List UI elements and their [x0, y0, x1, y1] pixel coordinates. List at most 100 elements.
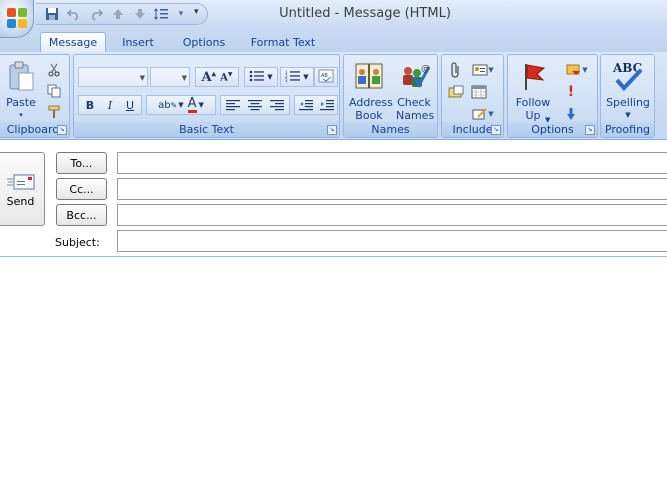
- tab-insert[interactable]: Insert: [114, 32, 162, 52]
- svg-text:AB: AB: [321, 73, 328, 79]
- send-envelope-icon: [6, 174, 34, 189]
- subject-label: Subject:: [55, 236, 100, 249]
- chevron-down-icon: ▼: [267, 73, 273, 81]
- spelling-button[interactable]: ABC Spelling ▼: [603, 59, 653, 122]
- to-button[interactable]: To...: [56, 152, 107, 174]
- copy-icon[interactable]: [45, 82, 63, 100]
- check-names-label: Check Names: [396, 96, 435, 122]
- message-body[interactable]: [0, 257, 667, 478]
- align-right-icon[interactable]: [266, 99, 288, 111]
- italic-button[interactable]: I: [100, 99, 120, 112]
- align-left-icon[interactable]: [222, 99, 244, 111]
- svg-text:3: 3: [285, 78, 288, 82]
- proofing-group: ABC Spelling ▼ Proofing: [600, 54, 655, 138]
- paste-label: Paste: [6, 96, 36, 109]
- numbering-button[interactable]: 123 ▼: [280, 67, 314, 87]
- format-painter-icon[interactable]: [45, 103, 63, 121]
- clipboard-launcher-icon[interactable]: ↘: [57, 125, 67, 135]
- address-book-icon: [352, 59, 386, 93]
- underline-button[interactable]: U: [120, 99, 140, 112]
- paste-icon: [4, 59, 38, 93]
- attach-file-icon[interactable]: [447, 61, 465, 79]
- numbering-icon: 123: [285, 70, 301, 85]
- cc-button[interactable]: Cc...: [56, 178, 107, 200]
- office-button[interactable]: [0, 0, 34, 38]
- tab-message[interactable]: Message: [40, 32, 106, 52]
- paste-button[interactable]: Paste ▾: [3, 59, 39, 122]
- chevron-down-icon[interactable]: ▼: [178, 101, 183, 109]
- address-book-button[interactable]: Address Book: [346, 59, 393, 122]
- ribbon-tabs: Message Insert Options Format Text: [0, 28, 667, 52]
- subject-field[interactable]: [117, 230, 667, 252]
- options-group-label: Options: [508, 122, 597, 137]
- chevron-down-icon: ▼: [488, 66, 494, 74]
- proofing-group-label: Proofing: [601, 122, 654, 137]
- send-label: Send: [6, 194, 35, 208]
- message-header: Send To... Cc... Bcc... Subject:: [0, 141, 667, 257]
- options-group: Follow Up ▼ ▼ ! Options ↘: [507, 54, 598, 138]
- calendar-icon[interactable]: [470, 83, 488, 101]
- bullets-button[interactable]: ▼: [244, 67, 278, 87]
- low-importance-icon[interactable]: [562, 105, 580, 123]
- align-center-icon[interactable]: [244, 99, 266, 111]
- names-group-label: Names: [344, 122, 437, 137]
- highlight-icon[interactable]: ab✎: [158, 100, 177, 111]
- attach-item-icon[interactable]: [447, 83, 465, 101]
- font-size-combo[interactable]: ▼: [150, 67, 190, 87]
- indent-buttons: [294, 95, 338, 115]
- bcc-button[interactable]: Bcc...: [56, 204, 107, 226]
- styles-button[interactable]: AB: [314, 67, 338, 87]
- font-color-icon[interactable]: A: [187, 97, 197, 113]
- chevron-down-icon: ▼: [303, 73, 309, 81]
- include-launcher-icon[interactable]: ↘: [491, 125, 501, 135]
- alignment-buttons: [220, 95, 290, 115]
- title-bar: ▾ ▾ Untitled - Message (HTML): [0, 0, 667, 28]
- chevron-down-icon: ▼: [181, 74, 187, 82]
- chevron-down-icon[interactable]: ▼: [199, 101, 204, 109]
- tab-format-text[interactable]: Format Text: [246, 32, 320, 52]
- business-card-icon[interactable]: ▼: [470, 61, 496, 79]
- styles-icon: AB: [318, 69, 334, 86]
- basic-text-group-label: Basic Text: [74, 122, 339, 137]
- bullets-icon: [249, 70, 265, 85]
- font-style-buttons: B I U: [78, 95, 142, 115]
- office-logo-icon: [7, 8, 27, 28]
- address-book-label: Address Book: [349, 96, 393, 122]
- chevron-down-icon: ▼: [625, 111, 631, 119]
- grow-font-icon[interactable]: A▲: [201, 70, 216, 85]
- bcc-field[interactable]: [117, 204, 667, 226]
- tab-options[interactable]: Options: [176, 32, 232, 52]
- font-name-combo[interactable]: ▼: [78, 67, 148, 87]
- decrease-indent-icon[interactable]: [295, 99, 316, 111]
- cc-field[interactable]: [117, 178, 667, 200]
- follow-up-button[interactable]: Follow Up ▼: [510, 59, 556, 124]
- highlight-and-color-buttons: ab✎ ▼ A ▼: [146, 95, 216, 115]
- ribbon: Paste ▾ Clipboard ↘ ▼ ▼ A▲ A▼ ▼ 1 2 3 ▼ …: [0, 52, 667, 140]
- font-grow-shrink-buttons: A▲ A▼: [195, 67, 239, 87]
- basic-text-launcher-icon[interactable]: ↘: [327, 125, 337, 135]
- to-field[interactable]: [117, 152, 667, 174]
- signature-icon[interactable]: ▼: [470, 105, 496, 123]
- window-title: Untitled - Message (HTML): [279, 6, 451, 21]
- chevron-down-icon: ▼: [582, 66, 588, 74]
- bold-button[interactable]: B: [80, 99, 100, 112]
- svg-text:@: @: [421, 64, 430, 74]
- names-group: Address Book @ Check Names Names: [343, 54, 438, 138]
- high-importance-icon[interactable]: !: [562, 83, 580, 101]
- check-names-icon: @: [397, 59, 431, 93]
- clipboard-group: Paste ▾ Clipboard ↘: [0, 54, 70, 138]
- shrink-font-icon[interactable]: A▼: [220, 71, 232, 83]
- check-names-button[interactable]: @ Check Names: [392, 59, 436, 122]
- include-group: ▼ ▼ Include ↘: [441, 54, 504, 138]
- cut-icon[interactable]: [45, 61, 63, 79]
- increase-indent-icon[interactable]: [316, 99, 337, 111]
- send-button[interactable]: Send: [0, 152, 45, 226]
- chevron-down-icon: ▼: [488, 110, 494, 118]
- paste-dropdown-icon[interactable]: ▾: [19, 109, 23, 122]
- basic-text-group: ▼ ▼ A▲ A▼ ▼ 123 ▼ AB B I U ab✎ ▼ A ▼ Bas…: [73, 54, 340, 138]
- flag-icon: [516, 59, 550, 93]
- categorize-icon[interactable]: ▼: [562, 61, 592, 79]
- spelling-label: Spelling: [606, 96, 650, 109]
- options-launcher-icon[interactable]: ↘: [585, 125, 595, 135]
- chevron-down-icon: ▼: [139, 74, 145, 82]
